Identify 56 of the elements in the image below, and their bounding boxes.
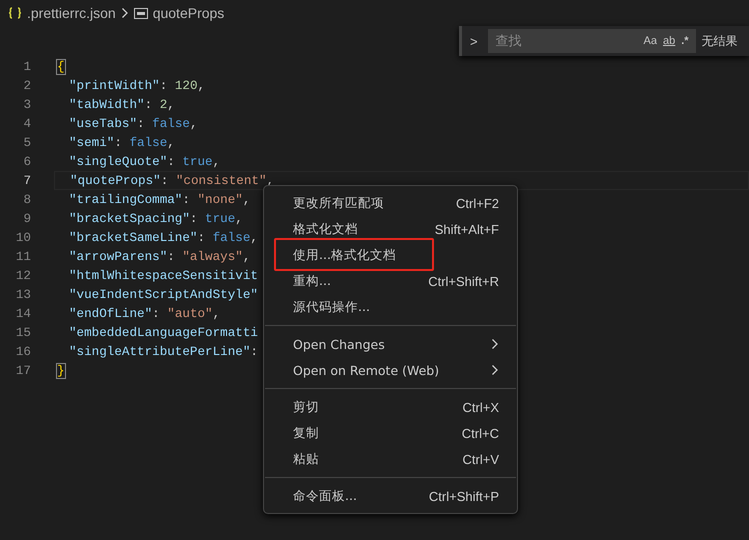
chevron-icon (120, 7, 129, 19)
code-line: "endOfLine": "auto", (68, 306, 220, 322)
breadcrumb-item[interactable]: .prettierrc.json (27, 5, 116, 21)
line-number: 15 (14, 326, 31, 340)
code-line: "semi": false, (68, 134, 175, 152)
line-number: 6 (22, 154, 31, 168)
menu-item[interactable]: Open Changes (264, 331, 517, 357)
code-line: { (56, 58, 65, 76)
line-number: 12 (14, 268, 31, 282)
match-case-toggle[interactable]: Aa (640, 35, 660, 47)
submenu-chevron-icon (491, 338, 499, 350)
code-line: } (56, 362, 65, 380)
code-line: "trailingComma": "none", (68, 192, 250, 208)
code-line: "useTabs": false, (68, 116, 198, 132)
submenu-chevron-icon (491, 364, 499, 376)
code-line: "singleQuote": true, (68, 154, 220, 170)
code-line: "printWidth": 120, (68, 78, 206, 94)
code-line: "vueIndentScriptAndStyle" (68, 286, 258, 304)
line-number: 11 (14, 250, 31, 264)
code-line: "embeddedLanguageFormatti (68, 324, 258, 342)
line-number: 10 (14, 230, 31, 244)
line-number: 13 (14, 288, 31, 302)
menu-item[interactable]: 剪切 Ctrl+X (264, 394, 517, 420)
find-field[interactable]: 查找 Aa ab .* (488, 29, 696, 53)
menu-item[interactable]: 重构... Ctrl+Shift+R (264, 268, 517, 294)
code-line: "bracketSpacing": true, (68, 210, 243, 228)
line-number: 17 (14, 364, 31, 378)
expand-toggle[interactable]: > (466, 34, 482, 48)
whole-word-toggle[interactable]: ab (660, 35, 678, 47)
line-number: 7 (22, 174, 31, 188)
menu-item[interactable]: 复制 Ctrl+C (264, 420, 517, 446)
find-result: 无结果 (702, 32, 738, 50)
code-line: "singleAttributePerLine": (68, 344, 258, 360)
menu-item[interactable]: 命令面板... Ctrl+Shift+P (264, 483, 517, 509)
line-number: 4 (22, 116, 31, 130)
code-line: "htmlWhitespaceSensitivit (68, 268, 258, 284)
line-number: 9 (22, 212, 31, 226)
regex-toggle[interactable]: .* (678, 35, 692, 47)
line-number: 14 (14, 306, 31, 320)
braces-icon (8, 7, 22, 19)
menu-item[interactable]: 更改所有匹配项 Ctrl+F2 (264, 190, 517, 216)
line-number: 5 (22, 136, 31, 150)
menu-item[interactable]: Open on Remote (Web) (264, 357, 517, 383)
menu-item[interactable]: 源代码操作... (264, 294, 517, 320)
menu-item[interactable]: 格式化文档 Shift+Alt+F (264, 216, 517, 242)
line-number: 3 (22, 98, 31, 112)
code-line: "tabWidth": 2, (68, 96, 175, 114)
breadcrumb-item[interactable]: quoteProps (152, 5, 224, 21)
string-icon (134, 8, 148, 18)
code-line: "arrowParens": "always", (68, 248, 250, 266)
line-number: 16 (14, 344, 31, 358)
code-line: "bracketSameLine": false, (68, 230, 258, 246)
line-number: 2 (22, 78, 31, 92)
line-number: 1 (22, 60, 31, 74)
line-number: 8 (22, 192, 31, 206)
menu-item[interactable]: 粘贴 Ctrl+V (264, 446, 517, 472)
